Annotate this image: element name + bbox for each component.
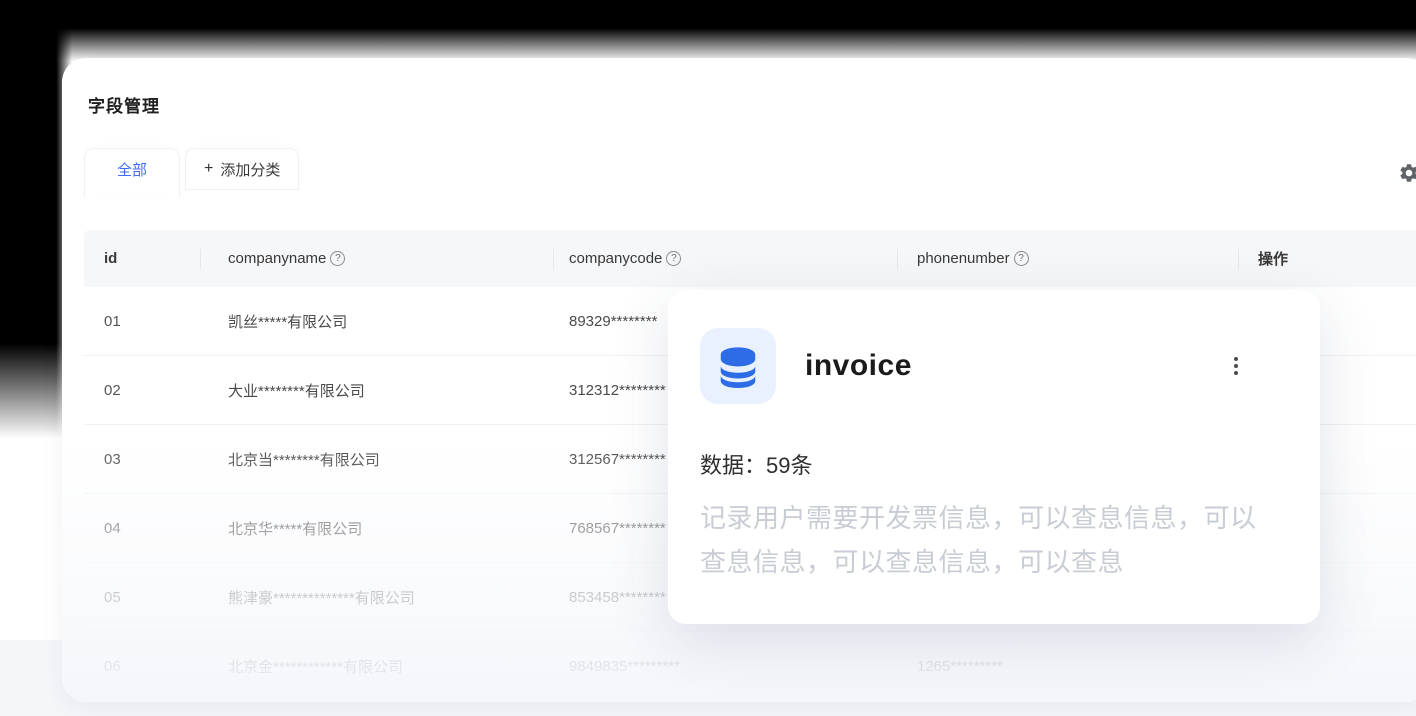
tab-add-category-label: 添加分类 xyxy=(220,161,281,179)
page-title: 字段管理 xyxy=(88,97,160,116)
tab-all-label: 全部 xyxy=(117,162,148,179)
cell-companyname: 大业********有限公司 xyxy=(228,382,365,400)
cell-companyname: 北京华*****有限公司 xyxy=(228,520,363,538)
cell-id: 03 xyxy=(104,450,121,468)
data-count: 数据：59条 xyxy=(700,453,813,478)
cell-id: 04 xyxy=(104,519,121,537)
tab-bar: 全部 + 添加分类 xyxy=(84,148,300,198)
table-row: 06 北京金************有限公司 9849835********* … xyxy=(84,632,1416,701)
help-icon[interactable]: ? xyxy=(1013,251,1029,266)
kebab-menu-icon[interactable] xyxy=(1228,351,1244,381)
header-cell-action: 操作 xyxy=(1238,230,1416,287)
cell-companycode: 9849835********* xyxy=(569,657,680,675)
plus-icon: + xyxy=(204,160,214,177)
header-cell-companyname: companyname ? xyxy=(200,230,553,287)
gear-icon[interactable] xyxy=(1398,162,1416,184)
cell-companyname: 熊津豪**************有限公司 xyxy=(228,589,415,607)
invoice-card: invoice 数据：59条 记录用户需要开发票信息，可以查息信息，可以查息信息… xyxy=(668,290,1320,624)
invoice-title: invoice xyxy=(805,349,912,382)
cell-companyname: 凯丝*****有限公司 xyxy=(228,313,348,331)
invoice-card-header: invoice xyxy=(668,290,1320,404)
cell-id: 05 xyxy=(104,588,121,606)
cell-id: 02 xyxy=(104,381,121,399)
backdrop-top-band xyxy=(0,0,1416,64)
header-cell-phonenumber: phonenumber ? xyxy=(897,230,1238,287)
help-icon[interactable]: ? xyxy=(330,251,346,266)
table-header: id companyname ? companycode ? phonenumb… xyxy=(84,230,1416,287)
card-description: 记录用户需要开发票信息，可以查息信息，可以查息信息，可以查息信息，可以查息 xyxy=(700,503,1257,577)
cell-id: 01 xyxy=(104,312,121,330)
tab-all[interactable]: 全部 xyxy=(84,148,181,198)
database-icon xyxy=(700,328,776,404)
cell-phonenumber: 1265********* xyxy=(917,657,1003,675)
help-icon[interactable]: ? xyxy=(666,251,682,266)
header-cell-id: id xyxy=(104,250,118,267)
tab-add-category[interactable]: + 添加分类 xyxy=(185,148,300,190)
cell-id: 06 xyxy=(104,657,121,675)
cell-companyname: 北京当********有限公司 xyxy=(228,451,380,469)
cell-companyname: 北京金************有限公司 xyxy=(228,658,404,676)
header-cell-companycode: companycode ? xyxy=(553,230,897,287)
